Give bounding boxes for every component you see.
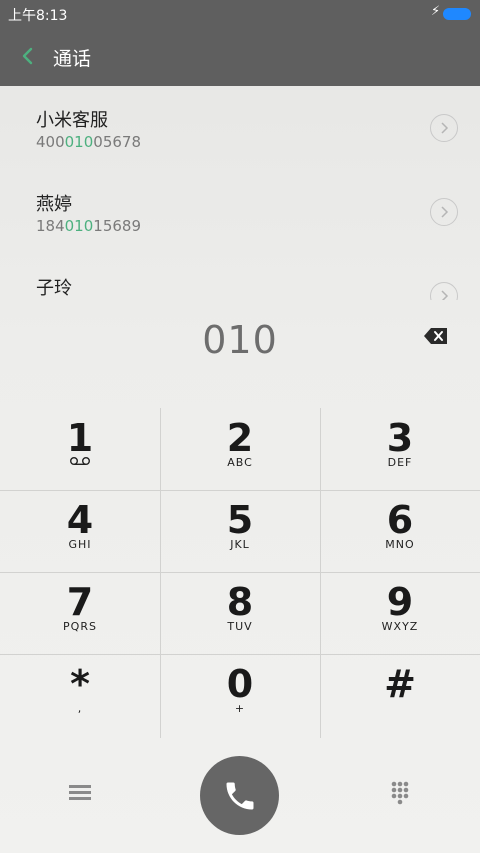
key-star[interactable]: * ,: [0, 654, 160, 736]
key-3[interactable]: 3 DEF: [320, 408, 480, 490]
contact-name: 子玲: [36, 278, 72, 299]
back-button[interactable]: [18, 42, 48, 72]
chevron-left-icon: [22, 47, 33, 65]
key-digit: 9: [386, 580, 414, 624]
key-letters: TUV: [227, 620, 253, 633]
bottom-action-bar: [0, 748, 480, 853]
key-digit: 1: [66, 416, 94, 460]
key-7[interactable]: 7 PQRS: [0, 572, 160, 654]
chevron-right-icon: [441, 122, 449, 134]
backspace-icon: [424, 328, 447, 344]
contact-detail-button[interactable]: [430, 282, 458, 300]
key-letters: WXYZ: [381, 620, 419, 633]
key-2[interactable]: 2 ABC: [160, 408, 320, 490]
key-letters: GHI: [68, 538, 92, 551]
key-5[interactable]: 5 JKL: [160, 490, 320, 572]
key-hash[interactable]: #: [320, 654, 480, 736]
contact-item[interactable]: 燕婷 18401015689: [0, 170, 480, 254]
key-digit: #: [384, 662, 416, 706]
battery-icon: [443, 8, 471, 20]
key-digit: 8: [226, 580, 254, 624]
contact-number: 40001005678: [36, 133, 141, 151]
key-digit: 7: [66, 580, 94, 624]
contact-detail-button[interactable]: [430, 198, 458, 226]
key-digit: 4: [66, 498, 94, 542]
key-9[interactable]: 9 WXYZ: [320, 572, 480, 654]
key-digit: 0: [226, 662, 254, 706]
key-letters: PQRS: [63, 620, 97, 633]
number-match-highlight: 010: [64, 133, 94, 151]
key-letters: DEF: [387, 456, 413, 469]
hamburger-menu-icon[interactable]: [66, 782, 94, 806]
key-1[interactable]: 1: [0, 408, 160, 490]
status-time: 上午8:13: [8, 8, 68, 24]
contact-item[interactable]: 小米客服 40001005678: [0, 86, 480, 170]
key-digit: 3: [386, 416, 414, 460]
key-digit: 5: [226, 498, 254, 542]
chevron-right-icon: [441, 206, 449, 218]
status-bar: 上午8:13 ⚡: [0, 0, 480, 28]
contact-name: 小米客服: [36, 110, 108, 131]
backspace-button[interactable]: [423, 326, 449, 346]
key-digit: *: [70, 662, 90, 706]
key-letters: +: [234, 702, 246, 715]
contact-item[interactable]: 子玲: [0, 254, 480, 300]
key-digit: 2: [226, 416, 254, 460]
call-button[interactable]: [200, 756, 279, 835]
contact-number: 18401015689: [36, 217, 141, 235]
key-6[interactable]: 6 MNO: [320, 490, 480, 572]
key-letters: MNO: [385, 538, 415, 551]
voicemail-icon: [70, 457, 90, 466]
dialpad-grid-icon: [391, 781, 409, 805]
dialpad-icon[interactable]: [386, 780, 414, 810]
number-match-highlight: 010: [64, 217, 94, 235]
bolt-icon: ⚡: [431, 4, 441, 19]
dialed-number-display: 010: [202, 318, 278, 362]
key-8[interactable]: 8 TUV: [160, 572, 320, 654]
dial-keypad: 1 2 ABC 3 DEF 4 GHI 5 JKL 6 MNO 7 PQRS 8…: [0, 408, 480, 738]
chevron-right-icon: [441, 290, 449, 300]
contact-name: 燕婷: [36, 194, 72, 215]
key-digit: 6: [386, 498, 414, 542]
app-header: 通话: [0, 28, 480, 86]
page-title: 通话: [53, 48, 92, 70]
phone-icon: [226, 782, 253, 809]
key-letters: ABC: [227, 456, 253, 469]
contact-suggestions-list: 小米客服 40001005678 燕婷 18401015689 子玲: [0, 86, 480, 300]
key-letters: ,: [77, 702, 83, 715]
key-letters: JKL: [230, 538, 250, 551]
key-4[interactable]: 4 GHI: [0, 490, 160, 572]
contact-detail-button[interactable]: [430, 114, 458, 142]
key-0[interactable]: 0 +: [160, 654, 320, 736]
